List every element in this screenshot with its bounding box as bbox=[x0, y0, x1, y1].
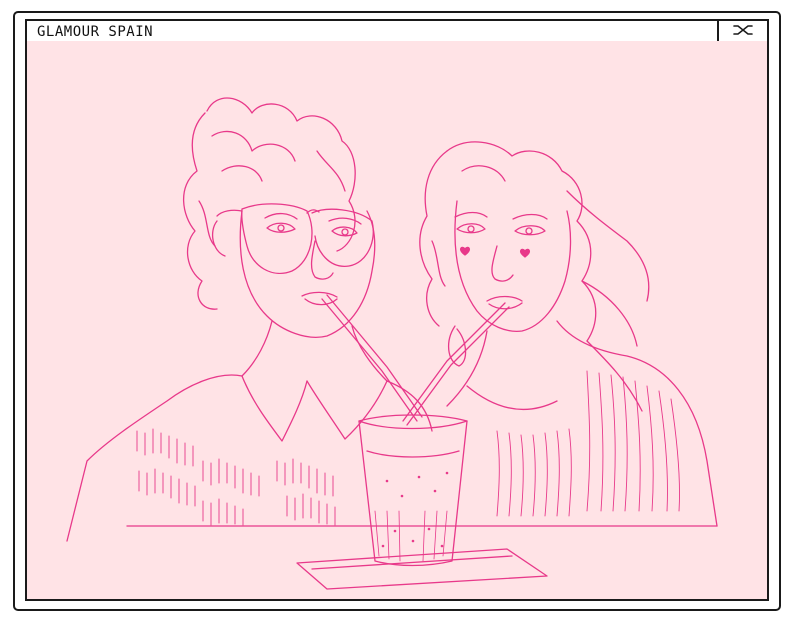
illustration bbox=[27, 41, 767, 599]
close-icon bbox=[733, 25, 753, 35]
window-title: GLAMOUR SPAIN bbox=[37, 24, 154, 40]
title-bar: GLAMOUR SPAIN bbox=[25, 19, 769, 43]
app-window: GLAMOUR SPAIN bbox=[13, 11, 781, 611]
close-button[interactable] bbox=[717, 21, 767, 41]
content-area bbox=[25, 41, 769, 601]
